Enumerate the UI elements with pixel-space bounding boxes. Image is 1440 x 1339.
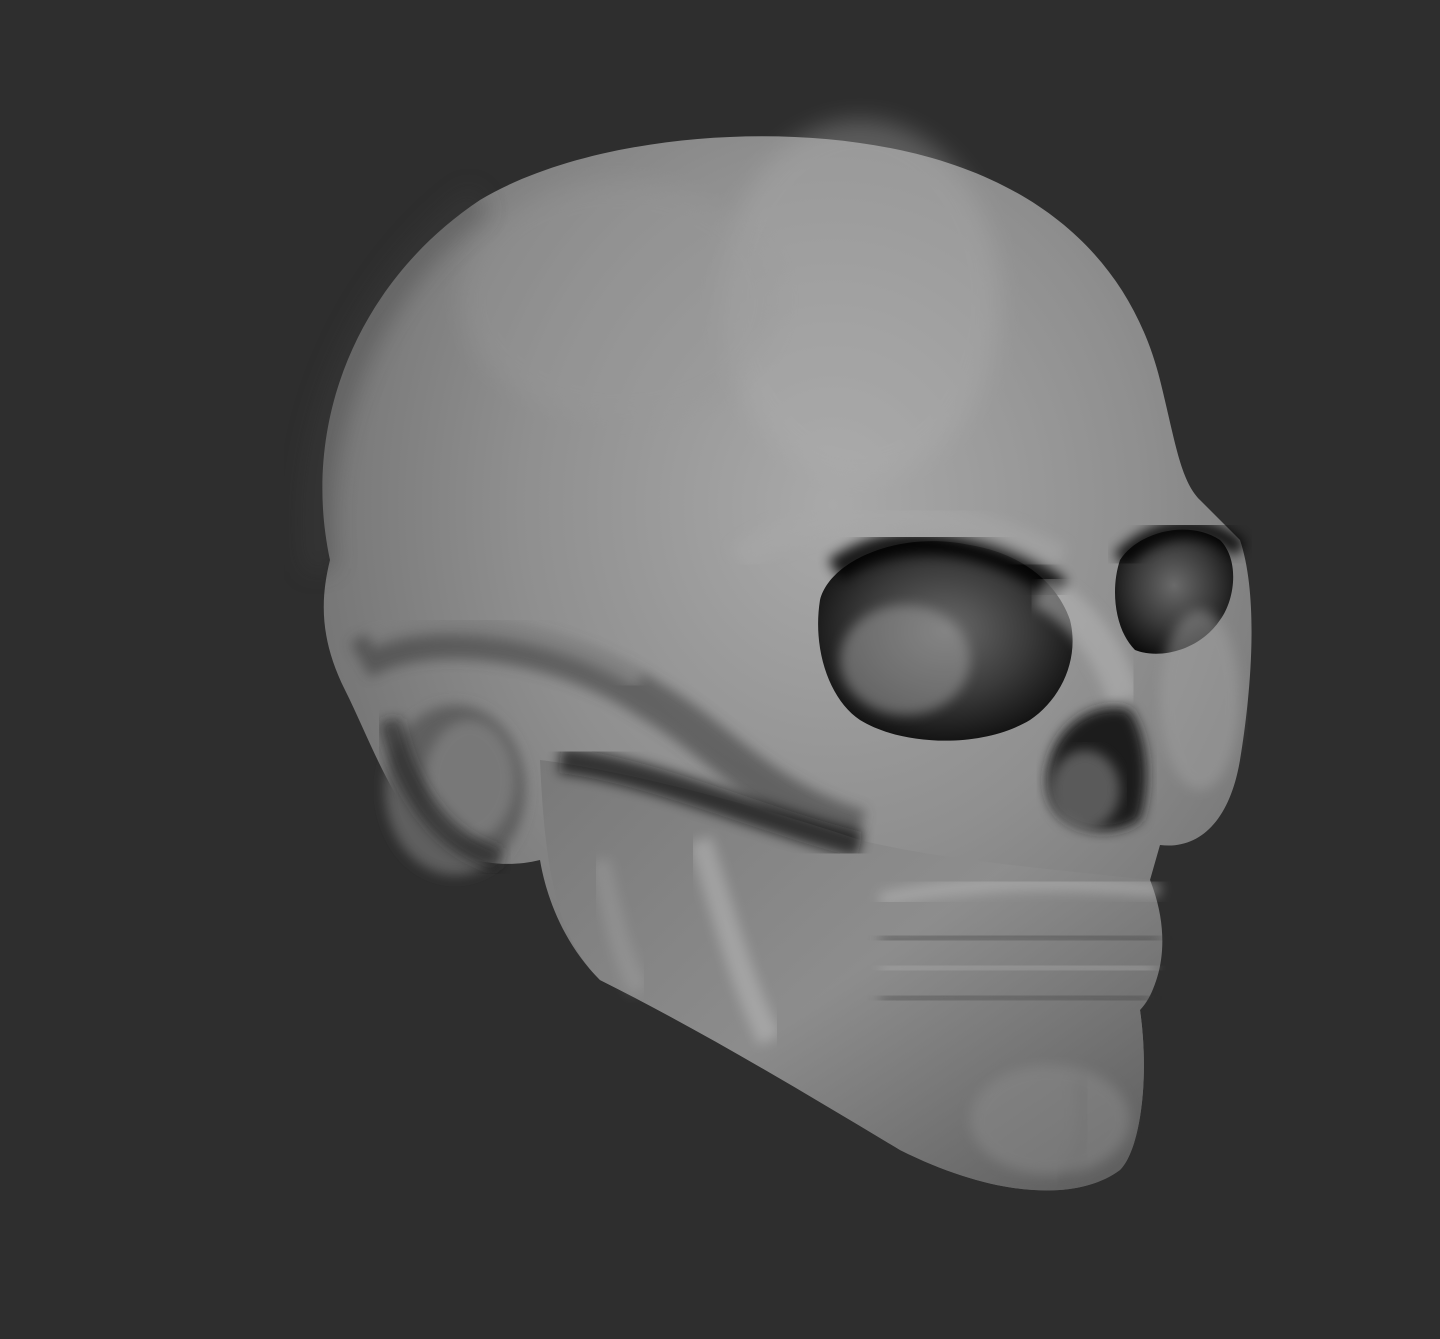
skull-model[interactable] — [0, 0, 1440, 1339]
sculpt-viewport[interactable] — [0, 0, 1440, 1339]
